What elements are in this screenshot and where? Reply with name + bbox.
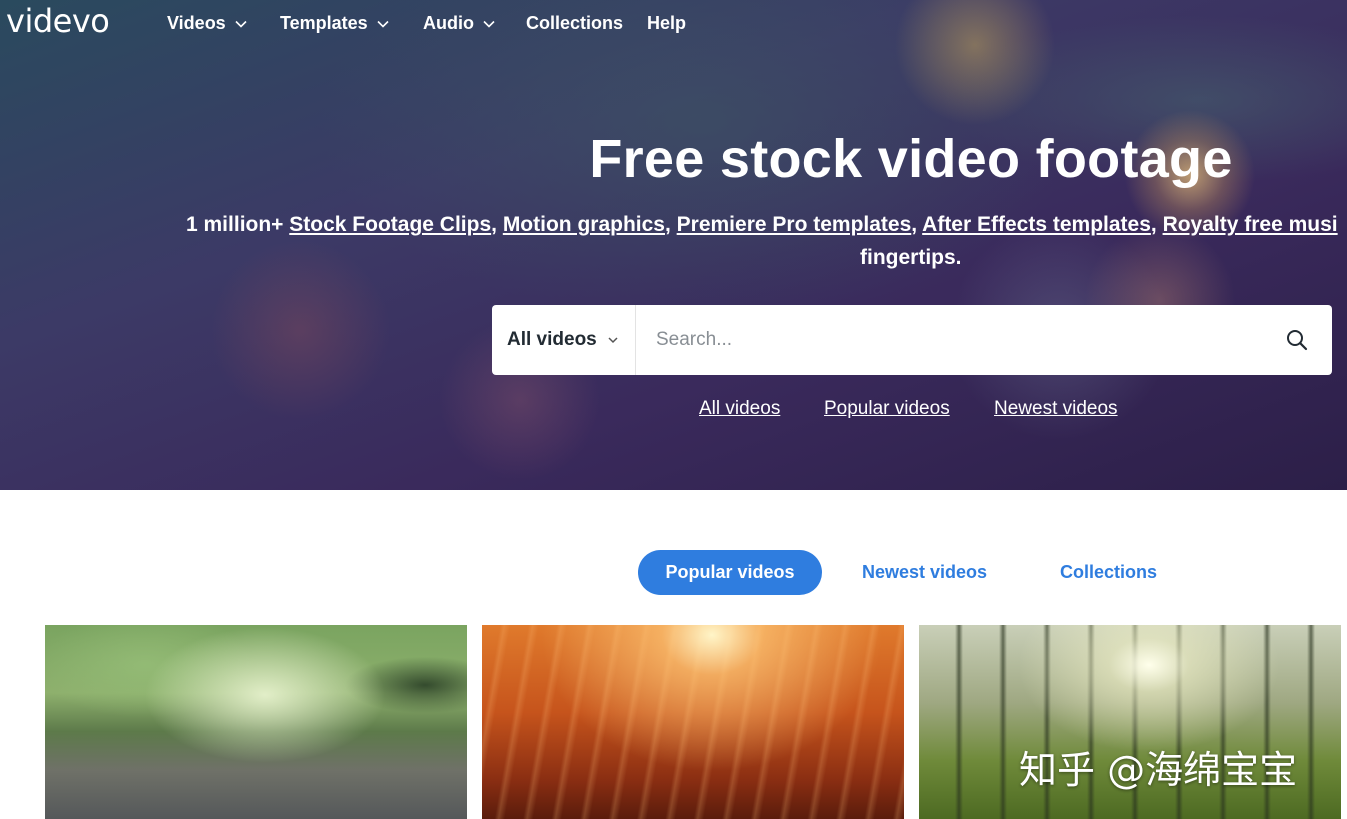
chevron-down-icon [483,20,495,28]
videvo-logo[interactable]: videvo [6,2,110,40]
subtitle-separator: , [911,213,923,236]
search-bar: All videos [492,305,1332,375]
nav-collections-label: Collections [526,13,624,33]
quicklink-newest-videos[interactable]: Newest videos [994,398,1118,420]
video-thumbnail[interactable] [482,625,904,819]
nav-audio[interactable]: Audio [423,13,496,34]
quicklink-popular-videos[interactable]: Popular videos [824,398,950,420]
subtitle-prefix: 1 million+ [186,213,290,236]
subtitle-separator: , [1150,213,1163,236]
link-premiere-pro-templates[interactable]: Premiere Pro templates [677,213,912,236]
quicklink-all-videos[interactable]: All videos [699,398,780,420]
hero-subtitle-line2: fingertips. [860,246,962,269]
tab-popular-videos[interactable]: Popular videos [638,550,822,595]
nav-help[interactable]: Help [647,13,686,34]
search-input[interactable] [636,305,1262,375]
link-stock-footage-clips[interactable]: Stock Footage Clips [289,213,491,236]
nav-audio-label: Audio [423,13,474,33]
chevron-down-icon [377,20,389,28]
nav-videos[interactable]: Videos [167,13,248,34]
tab-collections[interactable]: Collections [1060,562,1157,583]
top-navigation: videvo Videos Templates Audio Collection… [0,0,1347,48]
video-thumbnail[interactable] [45,625,467,819]
nav-videos-label: Videos [167,13,226,33]
nav-templates-label: Templates [280,13,368,33]
hero-subtitle: 1 million+ Stock Footage Clips, Motion g… [186,213,1338,237]
link-motion-graphics[interactable]: Motion graphics [503,213,665,236]
tab-newest-videos[interactable]: Newest videos [862,562,987,583]
watermark-text: 知乎 @海绵宝宝 [1019,748,1298,792]
link-royalty-free-music[interactable]: Royalty free musi [1163,213,1338,236]
subtitle-separator: , [491,213,503,236]
nav-templates[interactable]: Templates [280,13,390,34]
search-category-select[interactable]: All videos [492,305,636,375]
link-after-effects-templates[interactable]: After Effects templates [922,213,1151,236]
chevron-down-icon [608,337,618,344]
chevron-down-icon [235,20,247,28]
hero-banner: videvo Videos Templates Audio Collection… [0,0,1347,490]
nav-collections[interactable]: Collections [526,13,623,34]
subtitle-separator: , [664,213,677,236]
nav-help-label: Help [647,13,687,33]
search-category-label: All videos [507,329,597,350]
search-button[interactable] [1262,305,1332,375]
hero-title: Free stock video footage [589,129,1233,189]
search-icon [1287,330,1308,351]
